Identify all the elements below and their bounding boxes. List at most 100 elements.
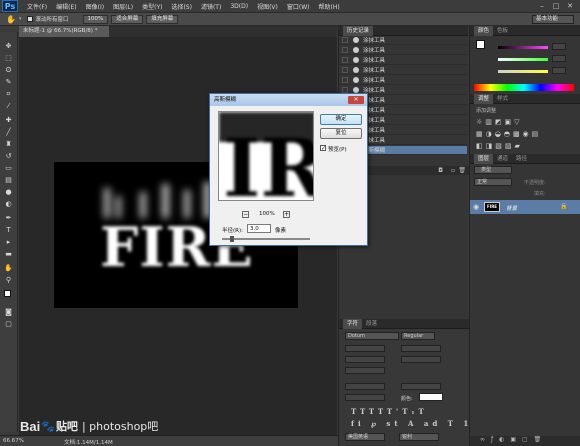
- quick-mask-icon[interactable]: ◙: [3, 308, 14, 317]
- adjustment-icons-row2[interactable]: ▦◑◒◓▩◉▤: [476, 130, 576, 139]
- lasso-tool-icon[interactable]: ʘ: [3, 66, 14, 75]
- dialog-close-button[interactable]: ✕: [348, 96, 364, 104]
- menu-help[interactable]: 帮助(H): [319, 2, 340, 11]
- type-tool-icon[interactable]: T: [3, 226, 14, 235]
- maximize-icon[interactable]: □: [550, 1, 562, 11]
- menu-3d[interactable]: 3D(D): [230, 3, 248, 10]
- move-tool-icon[interactable]: ✥: [3, 42, 14, 51]
- layers-footer-icons[interactable]: ∞ƒ◐▣▢🗑: [470, 436, 580, 446]
- camera-icon[interactable]: ◘: [438, 167, 443, 174]
- trash-icon[interactable]: 🗑: [458, 167, 466, 174]
- menu-filter[interactable]: 滤镜(T): [201, 2, 221, 11]
- menu-file[interactable]: 文件(F): [27, 2, 47, 11]
- tab-adjustments[interactable]: 调整: [474, 94, 494, 104]
- layer-filter-select[interactable]: 类型: [474, 166, 512, 174]
- ok-button[interactable]: 确定: [320, 114, 362, 125]
- adjustment-icons-row3[interactable]: ◧◨▧▨▰: [476, 142, 576, 151]
- font-family-select[interactable]: Dotum: [345, 332, 399, 340]
- scroll-all-checkbox[interactable]: [27, 16, 34, 22]
- fill-screen-button[interactable]: 填充屏幕: [146, 14, 179, 24]
- antialias-select[interactable]: 锐利: [399, 433, 439, 441]
- screen-mode-icon[interactable]: ▢: [3, 320, 14, 329]
- marquee-tool-icon[interactable]: ⬚: [3, 54, 14, 63]
- gradient-tool-icon[interactable]: ▤: [3, 176, 14, 185]
- scale-field[interactable]: [345, 367, 385, 374]
- radius-slider-thumb[interactable]: [230, 236, 234, 242]
- fit-screen-button[interactable]: 适合屏幕: [111, 14, 144, 24]
- pen-tool-icon[interactable]: ✒: [3, 214, 14, 223]
- layer-row-background[interactable]: ◉ FIRE 背景 🔒: [470, 200, 580, 214]
- eye-icon[interactable]: ◉: [473, 203, 479, 211]
- green-value[interactable]: [552, 55, 566, 62]
- close-icon[interactable]: ✕: [564, 1, 576, 11]
- zoom-100-button[interactable]: 100%: [82, 14, 109, 24]
- healing-tool-icon[interactable]: ✚: [3, 116, 14, 125]
- new-doc-icon[interactable]: ▫: [451, 167, 455, 174]
- filter-preview[interactable]: IR: [218, 111, 314, 201]
- menu-type[interactable]: 类型(Y): [142, 2, 162, 11]
- quick-select-tool-icon[interactable]: ✎: [3, 78, 14, 87]
- stamp-tool-icon[interactable]: ♜: [3, 140, 14, 149]
- text-style-buttons[interactable]: TTTTT'T₁T: [351, 407, 461, 416]
- vertical-scale-field[interactable]: [345, 383, 385, 390]
- foreground-color-swatch[interactable]: [4, 290, 11, 297]
- zoom-out-button[interactable]: −: [242, 211, 249, 218]
- menu-layer[interactable]: 图层(L): [113, 2, 133, 11]
- brush-tool-icon[interactable]: ╱: [3, 128, 14, 137]
- tab-layers[interactable]: 图层: [474, 154, 494, 164]
- radius-input[interactable]: [247, 224, 271, 233]
- zoom-in-button[interactable]: +: [283, 211, 290, 218]
- shape-tool-icon[interactable]: ▬: [3, 250, 14, 259]
- font-style-select[interactable]: Regular: [401, 332, 435, 340]
- menu-image[interactable]: 图像(I): [86, 2, 104, 11]
- font-size-field[interactable]: [345, 345, 385, 352]
- workspace-select[interactable]: 基本功能: [532, 15, 574, 24]
- path-select-tool-icon[interactable]: ▸: [3, 238, 14, 247]
- history-item[interactable]: 涂抹工具: [339, 66, 467, 75]
- adjustment-icons-row1[interactable]: ☼▥◩▣▽: [476, 118, 576, 127]
- tracking-field[interactable]: [401, 356, 441, 363]
- document-tab[interactable]: 未标题-1 @ 66.7%(RGB/8) *: [19, 26, 109, 37]
- tab-color[interactable]: 颜色: [474, 26, 494, 36]
- tab-swatches[interactable]: 色板: [493, 26, 512, 36]
- blue-slider[interactable]: [498, 70, 548, 73]
- red-slider[interactable]: [498, 46, 548, 49]
- history-brush-icon[interactable]: ↺: [3, 152, 14, 161]
- blur-tool-icon[interactable]: ●: [3, 188, 14, 197]
- baseline-field[interactable]: [345, 394, 385, 401]
- tab-paths[interactable]: 路径: [512, 154, 531, 164]
- menu-window[interactable]: 窗口(W): [287, 2, 310, 11]
- hand-tool-icon-2[interactable]: ✋: [3, 264, 14, 273]
- text-color-swatch[interactable]: [419, 393, 443, 401]
- fg-color-chip[interactable]: [476, 40, 485, 49]
- preview-checkbox[interactable]: ✓: [320, 145, 326, 152]
- dodge-tool-icon[interactable]: ◐: [3, 200, 14, 209]
- radius-slider-track[interactable]: [222, 238, 310, 240]
- tab-character[interactable]: 字符: [343, 319, 363, 329]
- red-value[interactable]: [552, 43, 566, 50]
- menu-view[interactable]: 视图(V): [257, 2, 278, 11]
- history-item[interactable]: 涂抹工具: [339, 36, 467, 45]
- tab-paragraph[interactable]: 段落: [362, 319, 381, 329]
- tab-history[interactable]: 历史记录: [343, 26, 374, 36]
- crop-tool-icon[interactable]: ⌗: [3, 90, 14, 99]
- tab-channels[interactable]: 通道: [493, 154, 512, 164]
- color-spectrum-bar[interactable]: [474, 84, 574, 91]
- language-select[interactable]: 美国英语: [345, 433, 385, 441]
- leading-field[interactable]: [401, 345, 441, 352]
- preset-dropdown-icon[interactable]: ▾: [19, 16, 22, 22]
- tab-styles[interactable]: 样式: [493, 94, 512, 104]
- history-item[interactable]: 涂抹工具: [339, 56, 467, 65]
- blend-mode-select[interactable]: 正常: [474, 178, 512, 186]
- green-slider[interactable]: [498, 58, 548, 61]
- menu-select[interactable]: 选择(S): [171, 2, 192, 11]
- reset-button[interactable]: 复位: [320, 128, 362, 139]
- minimize-icon[interactable]: –: [536, 1, 548, 11]
- opentype-buttons[interactable]: fi ℘ st A ad T 1st ½: [351, 419, 501, 428]
- history-item[interactable]: 涂抹工具: [339, 76, 467, 85]
- zoom-tool-icon[interactable]: ⚲: [3, 276, 14, 285]
- eyedropper-tool-icon[interactable]: ⁄: [3, 102, 14, 111]
- history-item[interactable]: 涂抹工具: [339, 46, 467, 55]
- menu-edit[interactable]: 编辑(E): [56, 2, 76, 11]
- kerning-field[interactable]: [345, 356, 385, 363]
